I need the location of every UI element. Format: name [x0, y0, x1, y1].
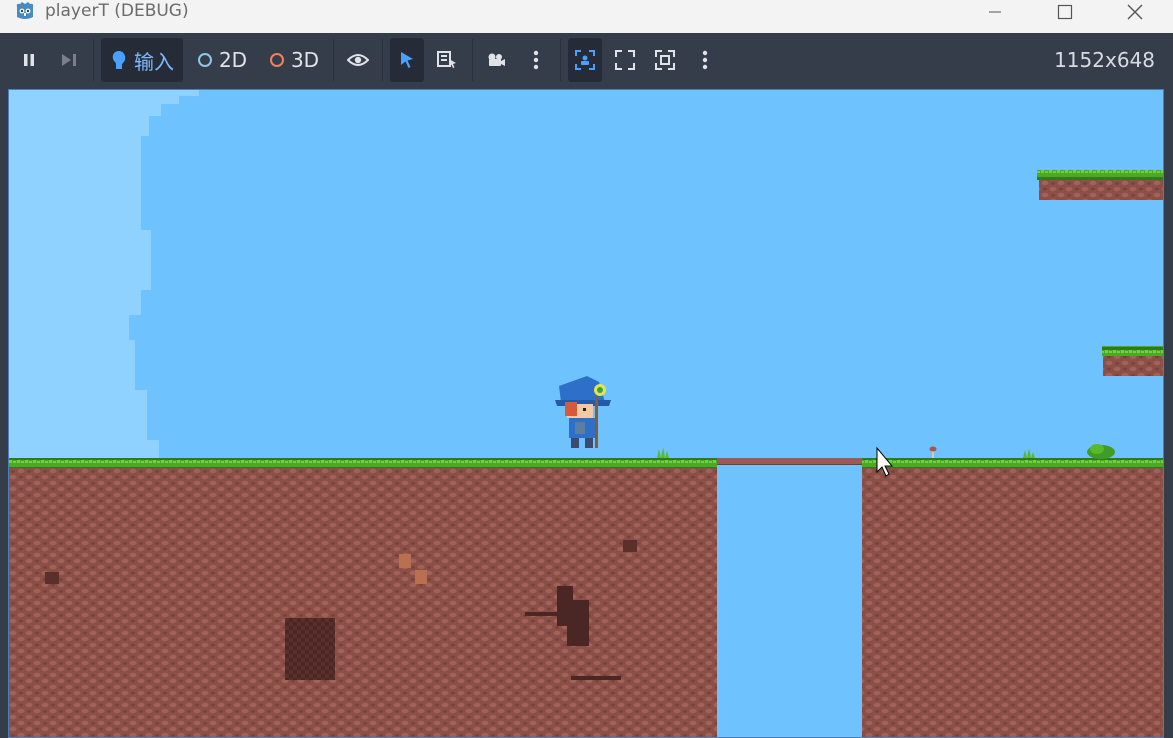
kebab-menu-icon — [702, 50, 708, 70]
floating-platform-middle — [1102, 346, 1163, 376]
minimize-button[interactable] — [972, 0, 1018, 24]
game-toolbar: 输入 2D 3D 1152x648 — [0, 33, 1173, 87]
circle-3d-icon — [269, 53, 284, 67]
visibility-button[interactable] — [342, 38, 374, 82]
camera-button[interactable] — [480, 38, 512, 82]
floating-platform-top — [1037, 170, 1163, 200]
step-forward-icon — [62, 54, 76, 66]
list-select-icon — [437, 51, 456, 68]
camera-override-icon — [575, 50, 595, 70]
embed-options-button[interactable] — [690, 38, 720, 82]
window-titlebar: playerT (DEBUG) — [0, 0, 1173, 34]
mode-2d-label: 2D — [218, 48, 248, 72]
input-toggle-button[interactable]: 输入 — [101, 38, 183, 82]
fullscreen-icon — [615, 50, 635, 70]
list-select-button[interactable] — [430, 38, 464, 82]
toolbar-separator — [560, 39, 561, 81]
eye-icon — [347, 54, 369, 66]
fit-embed-icon — [655, 50, 675, 70]
mode-2d-button[interactable]: 2D — [190, 38, 254, 82]
pause-icon — [24, 54, 34, 66]
toolbar-separator — [93, 39, 94, 81]
mode-3d-label: 3D — [290, 48, 320, 72]
godot-icon — [16, 2, 34, 19]
pointer-icon — [401, 52, 413, 68]
toolbar-separator — [333, 39, 334, 81]
camera-icon — [488, 53, 505, 66]
resolution-readout: 1152x648 — [1054, 48, 1155, 72]
camera-options-button[interactable] — [520, 38, 552, 82]
ground-right — [862, 458, 1163, 737]
circle-2d-icon — [197, 53, 212, 67]
window-title: playerT (DEBUG) — [45, 1, 189, 21]
input-label: 输入 — [134, 49, 174, 74]
close-button[interactable] — [1112, 0, 1158, 24]
camera-override-button[interactable] — [568, 38, 602, 82]
mode-3d-button[interactable]: 3D — [262, 38, 326, 82]
kebab-menu-icon — [533, 50, 539, 70]
toolbar-separator — [382, 39, 383, 81]
toolbar-separator — [472, 39, 473, 81]
game-scene — [9, 90, 1163, 737]
input-icon — [112, 51, 126, 69]
bridge — [717, 458, 862, 464]
ground-left — [9, 458, 717, 737]
minimize-icon — [989, 11, 1001, 13]
fullscreen-button[interactable] — [608, 38, 642, 82]
step-frame-button[interactable] — [54, 38, 84, 82]
pause-button[interactable] — [14, 38, 44, 82]
maximize-icon — [1057, 4, 1073, 20]
close-icon — [1127, 4, 1143, 20]
maximize-button[interactable] — [1042, 0, 1088, 24]
select-mode-button[interactable] — [390, 38, 424, 82]
fit-embed-button[interactable] — [648, 38, 682, 82]
game-viewport[interactable] — [8, 89, 1164, 738]
